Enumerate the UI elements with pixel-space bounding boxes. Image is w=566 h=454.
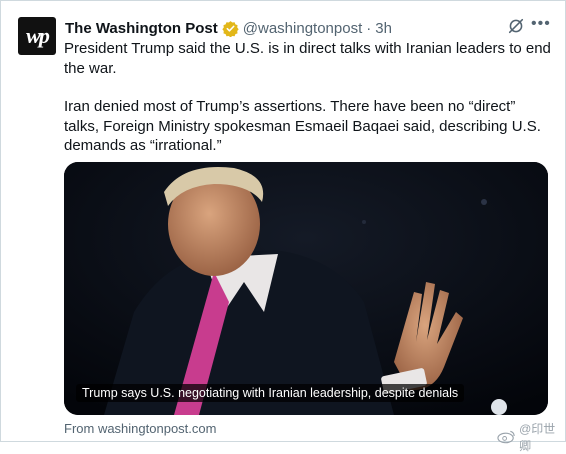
more-icon[interactable]: •••: [531, 16, 550, 35]
link-card-image[interactable]: Trump says U.S. negotiating with Iranian…: [64, 162, 548, 415]
account-handle[interactable]: @washingtonpost: [243, 20, 362, 37]
avatar-logo: wp: [26, 23, 50, 48]
news-photo: [64, 162, 548, 415]
media-caption: Trump says U.S. negotiating with Iranian…: [76, 384, 465, 402]
verified-badge-icon[interactable]: [222, 20, 239, 37]
tweet-paragraph-2: Iran denied most of Trump’s assertions. …: [64, 98, 541, 154]
watermark: @印世卿: [497, 420, 565, 454]
account-name[interactable]: The Washington Post: [65, 20, 218, 37]
avatar[interactable]: wp: [18, 17, 56, 55]
watermark-text: @印世卿: [519, 422, 556, 453]
timestamp[interactable]: 3h: [375, 20, 392, 37]
link-source[interactable]: From washingtonpost.com: [64, 421, 216, 436]
tweet-header: The Washington Post @washingtonpost · 3h: [65, 18, 392, 38]
separator-dot: ·: [366, 19, 372, 37]
tweet-text: President Trump said the U.S. is in dire…: [64, 39, 554, 156]
tweet-card[interactable]: wp The Washington Post @washingtonpost ·…: [0, 0, 566, 453]
grok-icon[interactable]: [507, 17, 525, 35]
tweet-paragraph-1: President Trump said the U.S. is in dire…: [64, 40, 551, 77]
